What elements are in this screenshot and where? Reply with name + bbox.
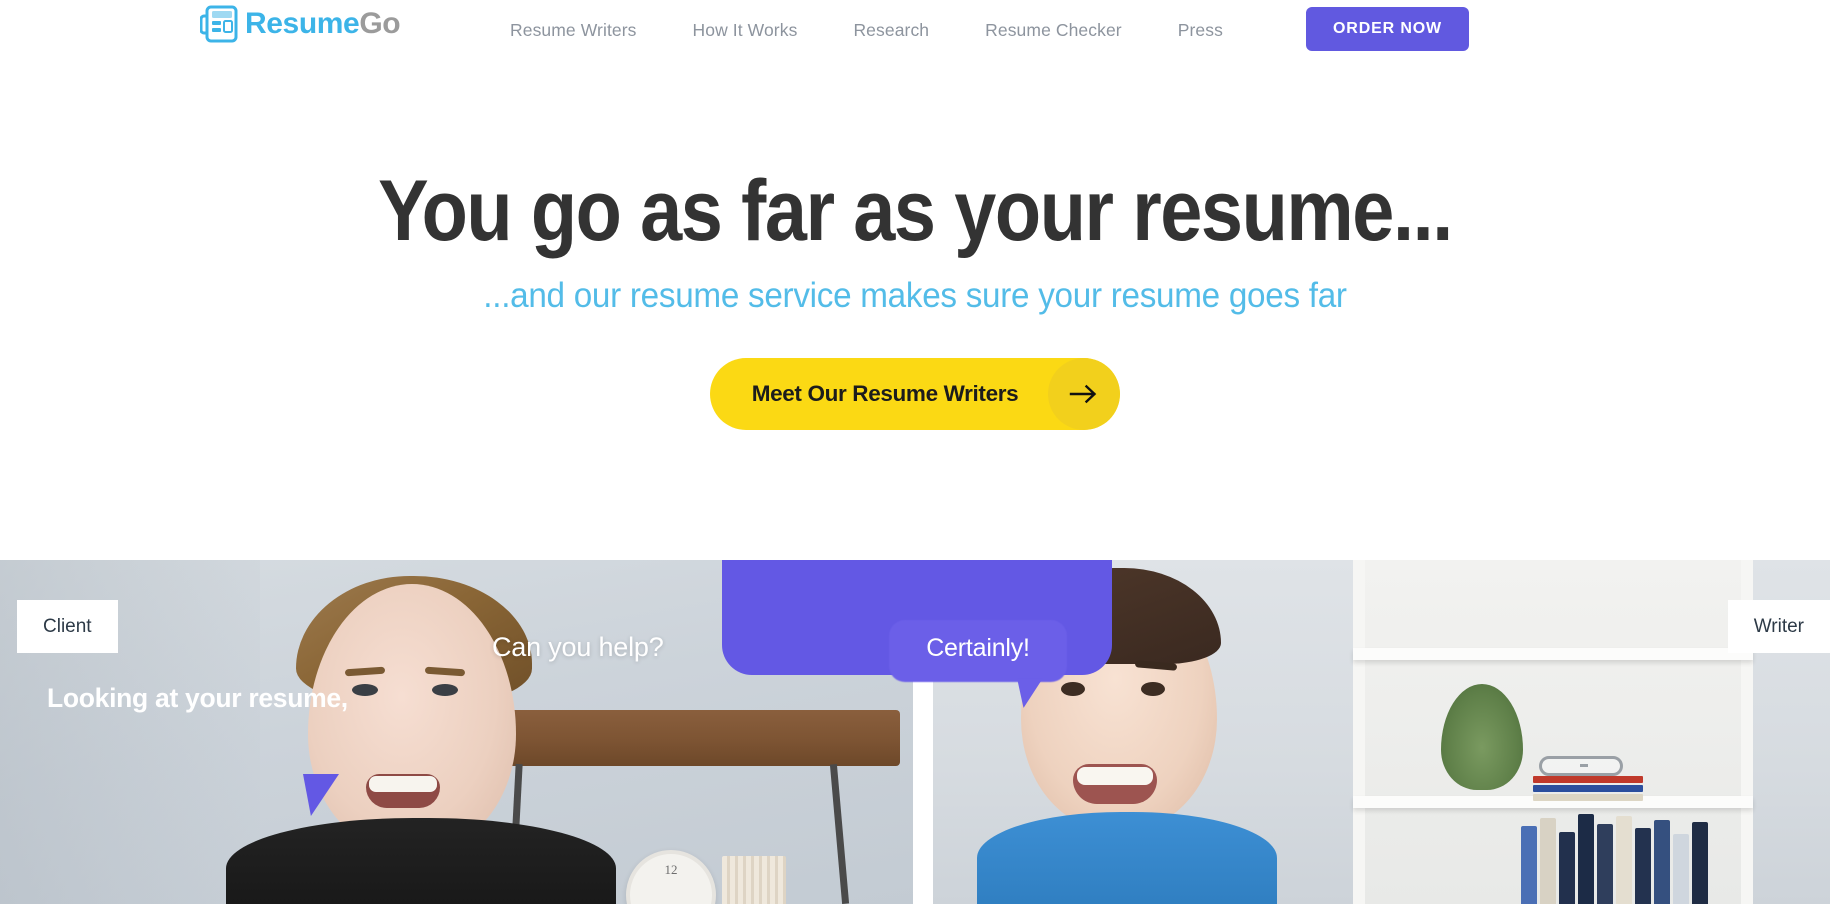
- paper-stack: [722, 856, 786, 904]
- writer-eye-right: [1141, 682, 1165, 696]
- book-spine: [1559, 832, 1575, 904]
- writer-torso: [977, 812, 1277, 904]
- client-role-badge: Client: [17, 600, 118, 653]
- resume-document-icon: [199, 4, 238, 44]
- nav-item-research[interactable]: Research: [825, 16, 957, 44]
- client-mouth: [366, 774, 440, 808]
- shelf-post-left: [1353, 560, 1365, 904]
- hero-subtitle: ...and our resume service makes sure you…: [483, 276, 1347, 315]
- writer-eye-left: [1061, 682, 1085, 696]
- book-blue: [1533, 785, 1643, 792]
- book-red: [1533, 776, 1643, 783]
- book-spine: [1616, 816, 1632, 904]
- writer-role-badge: Writer: [1727, 600, 1830, 653]
- page-title: You go as far as your resume...: [378, 163, 1453, 259]
- book-spine: [1673, 834, 1689, 904]
- brand-wordmark: ResumeGo: [245, 7, 401, 40]
- book-spine: [1597, 824, 1613, 904]
- site-header: ResumeGo Resume Writers How It Works Res…: [0, 0, 1830, 60]
- book-stack: [1533, 776, 1643, 801]
- eyeglasses: [1539, 756, 1623, 776]
- client-torso: [226, 818, 616, 904]
- book-cream: [1533, 794, 1643, 801]
- bookshelf-unit: [1353, 560, 1753, 904]
- meet-our-resume-writers-button[interactable]: Meet Our Resume Writers: [709, 358, 1121, 430]
- brand-name-primary: Resume: [245, 7, 360, 40]
- cta-label: Meet Our Resume Writers: [751, 381, 1019, 406]
- book-spine: [1540, 818, 1556, 904]
- client-caption: Can you help?: [492, 632, 664, 662]
- book-spine: [1654, 820, 1670, 904]
- writer-teeth: [1077, 767, 1153, 785]
- book-spine: [1578, 814, 1594, 904]
- hero-section: You go as far as your resume... ...and o…: [0, 60, 1830, 560]
- potted-plant: [1441, 684, 1523, 790]
- bed-headboard: [470, 710, 900, 766]
- client-eye-left: [352, 684, 378, 696]
- arrow-right-icon: [1048, 358, 1121, 430]
- main-navigation: Resume Writers How It Works Research Res…: [482, 16, 1251, 44]
- book-spine: [1521, 826, 1537, 904]
- nav-item-press[interactable]: Press: [1150, 16, 1251, 44]
- shelf-board-top: [1353, 648, 1753, 660]
- order-now-button[interactable]: ORDER NOW: [1306, 7, 1469, 51]
- nav-item-resume-writers[interactable]: Resume Writers: [482, 16, 665, 44]
- writer-secondary-bubble-text: Certainly!: [926, 634, 1030, 662]
- book-spine: [1692, 822, 1708, 904]
- nav-item-how-it-works[interactable]: How It Works: [665, 16, 826, 44]
- client-teeth: [369, 776, 437, 792]
- brand-logo[interactable]: ResumeGo: [199, 4, 401, 44]
- video-testimonial-section[interactable]: 12 Client Can you help? Writer Looking a…: [0, 560, 1830, 904]
- brand-name-secondary: Go: [359, 7, 401, 40]
- book-spine: [1635, 828, 1651, 904]
- client-eye-right: [432, 684, 458, 696]
- hero-cta-container: Meet Our Resume Writers: [0, 358, 1830, 430]
- writer-mouth: [1073, 764, 1157, 804]
- nav-item-resume-checker[interactable]: Resume Checker: [957, 16, 1150, 44]
- clock-number: 12: [664, 862, 678, 877]
- books-row: [1521, 808, 1751, 904]
- writer-primary-bubble-text: Looking at your resume,: [47, 683, 348, 713]
